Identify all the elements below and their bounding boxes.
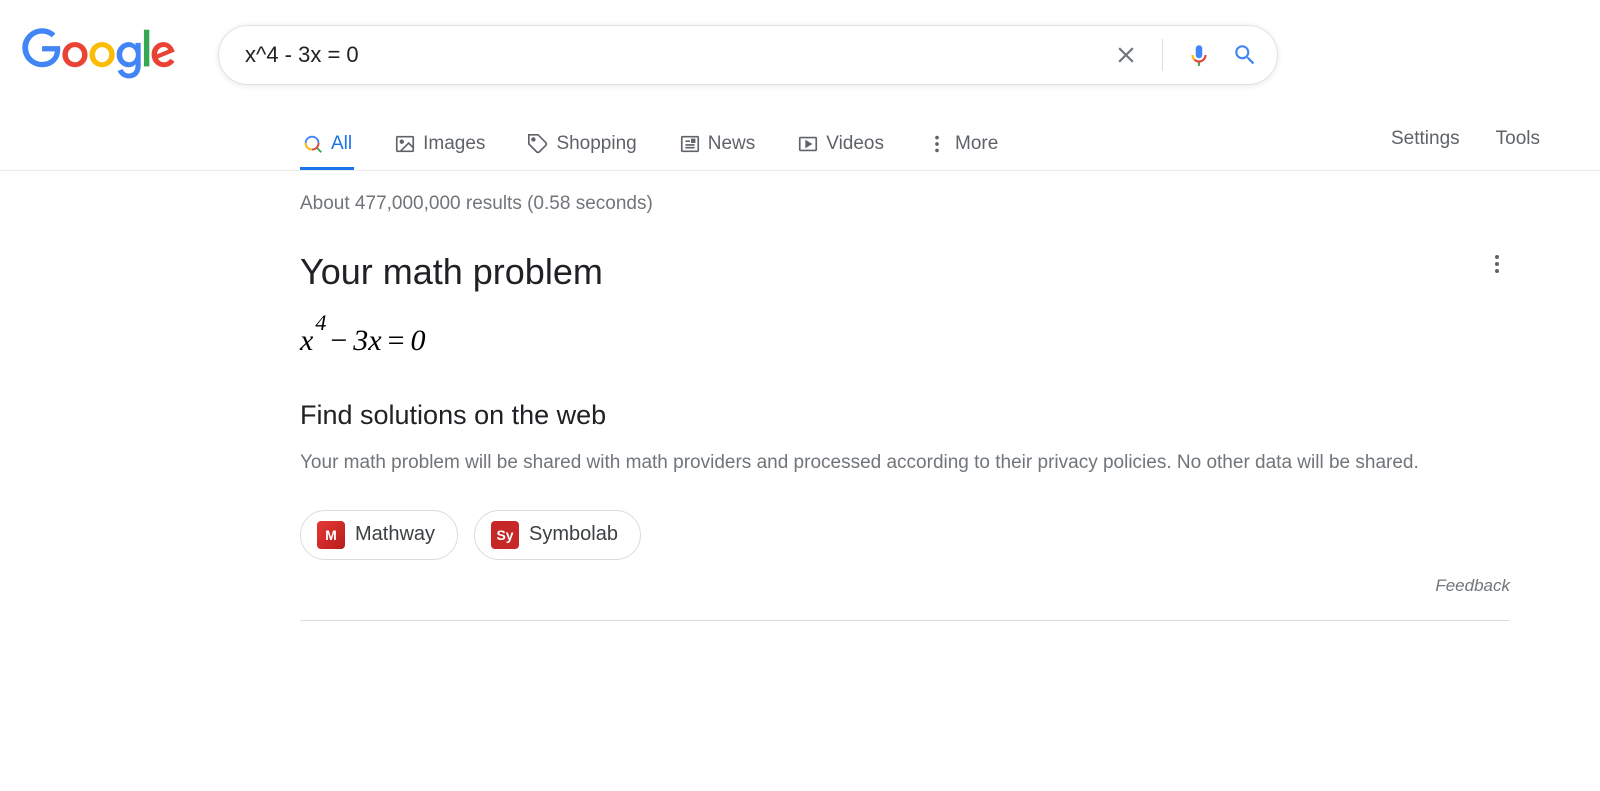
- tab-videos[interactable]: Videos: [795, 119, 886, 170]
- provider-symbolab[interactable]: Sy Symbolab: [474, 510, 641, 560]
- settings-link[interactable]: Settings: [1391, 128, 1460, 150]
- feedback-link[interactable]: Feedback: [300, 576, 1510, 596]
- tab-label: Images: [423, 133, 485, 155]
- provider-mathway[interactable]: M Mathway: [300, 510, 458, 560]
- tab-label: All: [331, 133, 352, 155]
- tab-label: Shopping: [556, 133, 636, 155]
- tab-label: Videos: [826, 133, 884, 155]
- tab-shopping[interactable]: Shopping: [525, 119, 638, 170]
- tab-more[interactable]: More: [924, 119, 1000, 170]
- provider-label: Symbolab: [529, 523, 618, 546]
- privacy-disclaimer: Your math problem will be shared with ma…: [300, 449, 1470, 478]
- result-stats: About 477,000,000 results (0.58 seconds): [300, 193, 1540, 215]
- clear-icon[interactable]: [1112, 41, 1140, 69]
- math-problem-card: Your math problem x4−3x=0 Find solutions…: [300, 251, 1510, 621]
- tools-link[interactable]: Tools: [1496, 128, 1540, 150]
- tab-images[interactable]: Images: [392, 119, 487, 170]
- tab-label: News: [708, 133, 756, 155]
- search-box: [218, 25, 1278, 85]
- search-input[interactable]: [237, 42, 1112, 68]
- provider-label: Mathway: [355, 523, 435, 546]
- find-solutions-title: Find solutions on the web: [300, 400, 1510, 431]
- tab-all[interactable]: All: [300, 119, 354, 170]
- tab-label: More: [955, 133, 998, 155]
- search-icon[interactable]: [1231, 41, 1259, 69]
- more-options-icon[interactable]: [1484, 251, 1510, 277]
- mathway-icon: M: [317, 521, 345, 549]
- symbolab-icon: Sy: [491, 521, 519, 549]
- tab-news[interactable]: News: [677, 119, 758, 170]
- voice-search-icon[interactable]: [1185, 41, 1213, 69]
- google-logo[interactable]: [20, 28, 178, 85]
- math-problem-title: Your math problem: [300, 251, 603, 293]
- equation-display: x4−3x=0: [300, 319, 1510, 358]
- divider: [1162, 39, 1163, 71]
